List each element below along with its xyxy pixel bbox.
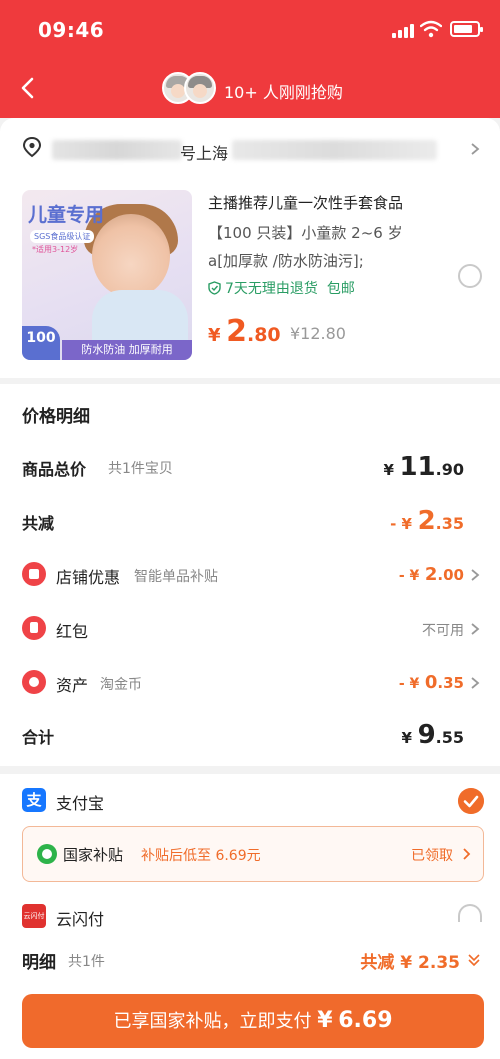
address-blurred-part [52,140,182,160]
detail-count: 共1件 [68,954,105,970]
nav-bar: 10+ 人刚刚抢购 [0,60,500,118]
tag-icon [22,670,46,694]
double-chevron-down-icon[interactable] [466,952,482,968]
thumbnail-age: *适用3-12岁 [32,245,79,254]
subsidy-desc: 补贴后低至 6.69元 [141,848,261,864]
original-price: ¥12.80 [290,324,346,343]
shop-coupon-row[interactable]: 店铺优惠 智能单品补贴 - ¥ 2.00 [0,558,500,594]
assets-sub: 淘金币 [100,677,142,693]
battery-icon [450,21,483,37]
address-blurred-part [232,140,437,160]
thumbnail-title: 儿童专用 [28,204,105,226]
product-select-radio[interactable] [458,264,482,288]
payment-card: 支 支付宝 国家补贴 补贴后低至 6.69元 已领取 云闪付 云闪付 明细 共1… [0,774,500,1059]
product-price: ¥ 2.80 [208,314,281,349]
pay-amount: 6.69 [338,1008,393,1033]
address-product-card: 号上海 儿童专用 SGS食品级认证 *适用3-12岁 100 防水防油 加厚耐用… [0,118,500,378]
product-title[interactable]: 主播推荐儿童一次性手套食品 [208,192,403,213]
chevron-right-icon [471,677,480,689]
subsidy-label: 国家补贴 [63,846,124,864]
thumbnail-badge: SGS食品级认证 [30,230,95,243]
order-sheet: 号上海 儿童专用 SGS食品级认证 *适用3-12岁 100 防水防油 加厚耐用… [0,118,500,1059]
product-spec-1: 【100 只装】小童款 2~6 岁 [208,224,403,242]
price-detail-card: 价格明细 商品总价 共1件宝贝 ¥ 11.90 共减 - ¥ 2.35 店铺优惠… [0,384,500,766]
buyer-avatars [162,72,218,106]
discount-value: - ¥ 2.35 [390,506,464,536]
unionpay-radio[interactable] [458,904,482,922]
avatar [184,72,216,104]
detail-value[interactable]: 共减 ¥ 2.35 [360,948,460,973]
red-packet-value: 不可用 [422,623,464,639]
discount-row: 共减 - ¥ 2.35 [0,504,500,540]
chevron-right-icon [471,143,480,155]
wifi-icon [420,20,442,38]
shipping-tag: 包邮 [326,281,355,297]
discount-label: 共减 [22,514,55,533]
thumbnail-count: 100 [22,326,60,360]
pay-button[interactable]: 已享国家补贴，立即支付 ¥ 6.69 [22,994,484,1048]
subsidy-status: 已领取 [411,848,453,864]
product-thumbnail[interactable]: 儿童专用 SGS食品级认证 *适用3-12岁 100 防水防油 加厚耐用 [22,190,192,360]
back-arrow-icon[interactable] [14,74,42,102]
address-text: 号上海 [180,144,229,163]
pay-button-label: 已享国家补贴，立即支付 [113,1011,312,1032]
shop-coupon-value: - ¥ 2.00 [398,564,464,585]
pay-currency: ¥ [317,1008,333,1033]
signal-icon [392,22,414,38]
alipay-icon: 支 [22,788,46,812]
chevron-right-icon [471,569,480,581]
total-row: 商品总价 共1件宝贝 ¥ 11.90 [0,450,500,486]
red-packet-row[interactable]: 红包 不可用 [0,612,500,648]
total-sub: 共1件宝贝 [108,461,173,477]
thumbnail-band: 防水防油 加厚耐用 [62,340,192,360]
shield-check-icon [208,281,221,295]
address-row[interactable]: 号上海 [0,128,500,168]
product-spec-2: a[加厚款 /防水防油污]; [208,252,364,270]
chevron-right-icon [463,848,471,860]
shop-coupon-sub: 智能单品补贴 [134,569,218,585]
unionpay-icon: 云闪付 [22,904,46,928]
status-time: 09:46 [38,18,105,42]
assets-label: 资产 [56,676,89,695]
subsidy-icon [37,844,57,864]
sum-value: ¥ 9.55 [401,720,464,750]
chevron-right-icon [471,623,480,635]
shop-coupon-label: 店铺优惠 [56,568,121,587]
product-tags: 7天无理由退货 包邮 [208,278,355,298]
sum-label: 合计 [22,728,55,747]
status-bar: 09:46 [0,0,500,60]
shop-icon [22,562,46,586]
sum-row: 合计 ¥ 9.55 [0,718,500,754]
red-packet-label: 红包 [56,622,89,641]
alipay-label[interactable]: 支付宝 [56,790,104,814]
total-label: 商品总价 [22,460,87,479]
national-subsidy-box[interactable]: 国家补贴 补贴后低至 6.69元 已领取 [22,826,484,882]
red-packet-icon [22,616,46,640]
selected-check-icon[interactable] [458,788,484,814]
unionpay-label[interactable]: 云闪付 [56,906,104,930]
page-title: 10+ 人刚刚抢购 [224,83,343,102]
assets-value: - ¥ 0.35 [398,672,464,693]
price-detail-title: 价格明细 [22,407,90,427]
assets-row[interactable]: 资产 淘金币 - ¥ 0.35 [0,666,500,702]
location-pin-icon [22,136,42,158]
total-value: ¥ 11.90 [383,452,464,482]
detail-label[interactable]: 明细 [22,948,56,973]
return-tag: 7天无理由退货 [225,281,318,297]
